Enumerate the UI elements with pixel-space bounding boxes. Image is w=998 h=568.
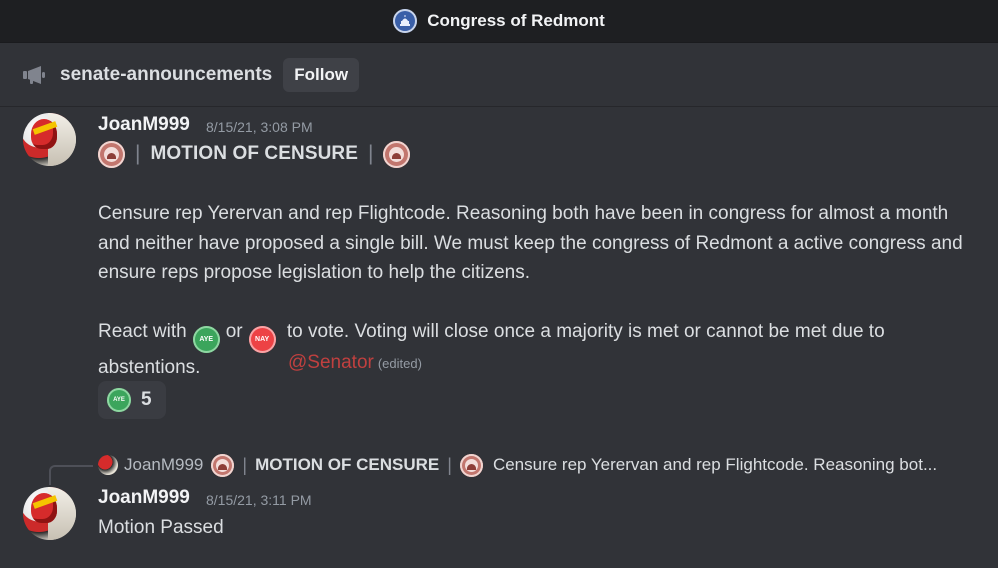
reply-preview: Censure rep Yerervan and rep Flightcode.…: [492, 455, 938, 474]
aye-emoji: AYE: [107, 388, 131, 412]
message-content: Motion Passed: [98, 517, 224, 538]
divider: |: [135, 142, 141, 165]
reaction-count: 5: [141, 389, 152, 410]
follow-button[interactable]: Follow: [283, 57, 360, 92]
server-title: Congress of Redmont: [393, 9, 605, 33]
congress-seal-icon: [459, 453, 483, 477]
divider: |: [447, 454, 452, 475]
reply-spine: [49, 465, 93, 485]
reply-title: MOTION OF CENSURE: [255, 455, 440, 474]
motion-title: MOTION OF CENSURE: [150, 143, 359, 164]
message-timestamp: 8/15/21, 3:11 PM: [206, 492, 312, 508]
vote-or: or: [225, 321, 243, 342]
senator-mention[interactable]: @Senator (edited): [288, 348, 422, 379]
divider: |: [368, 142, 374, 165]
megaphone-icon: [22, 64, 48, 86]
aye-emoji: AYE: [192, 326, 220, 354]
vote-instructions: React with AYE or NAY to vote. Voting will …: [98, 317, 978, 383]
vote-prefix: React with: [98, 321, 187, 342]
reply-author: JoanM999: [124, 455, 204, 474]
capitol-seal-icon: [393, 9, 418, 33]
nay-emoji: NAY: [248, 326, 276, 354]
edited-label: (edited): [377, 356, 422, 371]
congress-seal-icon: [211, 453, 235, 477]
congress-seal-icon: [98, 140, 125, 168]
divider: |: [242, 454, 248, 475]
avatar[interactable]: [23, 113, 76, 166]
motion-heading: | MOTION OF CENSURE |: [98, 139, 411, 169]
avatar[interactable]: [23, 487, 76, 540]
reaction-aye[interactable]: AYE 5: [98, 381, 166, 419]
server-name: Congress of Redmont: [427, 11, 605, 30]
message-author[interactable]: JoanM999: [98, 114, 190, 136]
channel-name: senate-announcements: [60, 63, 273, 85]
congress-seal-icon: [383, 140, 411, 168]
channel-header: senate-announcements Follow: [0, 43, 998, 107]
reply-avatar: [98, 455, 118, 475]
message-author[interactable]: JoanM999: [98, 487, 190, 509]
message-paragraph: Censure rep Yerervan and rep Flightcode.…: [98, 203, 963, 283]
window-titlebar: Congress of Redmont: [0, 0, 998, 43]
message-timestamp: 8/15/21, 3:08 PM: [206, 119, 313, 135]
reply-reference[interactable]: JoanM999 | MOTION OF CENSURE | Censure r…: [98, 452, 978, 478]
